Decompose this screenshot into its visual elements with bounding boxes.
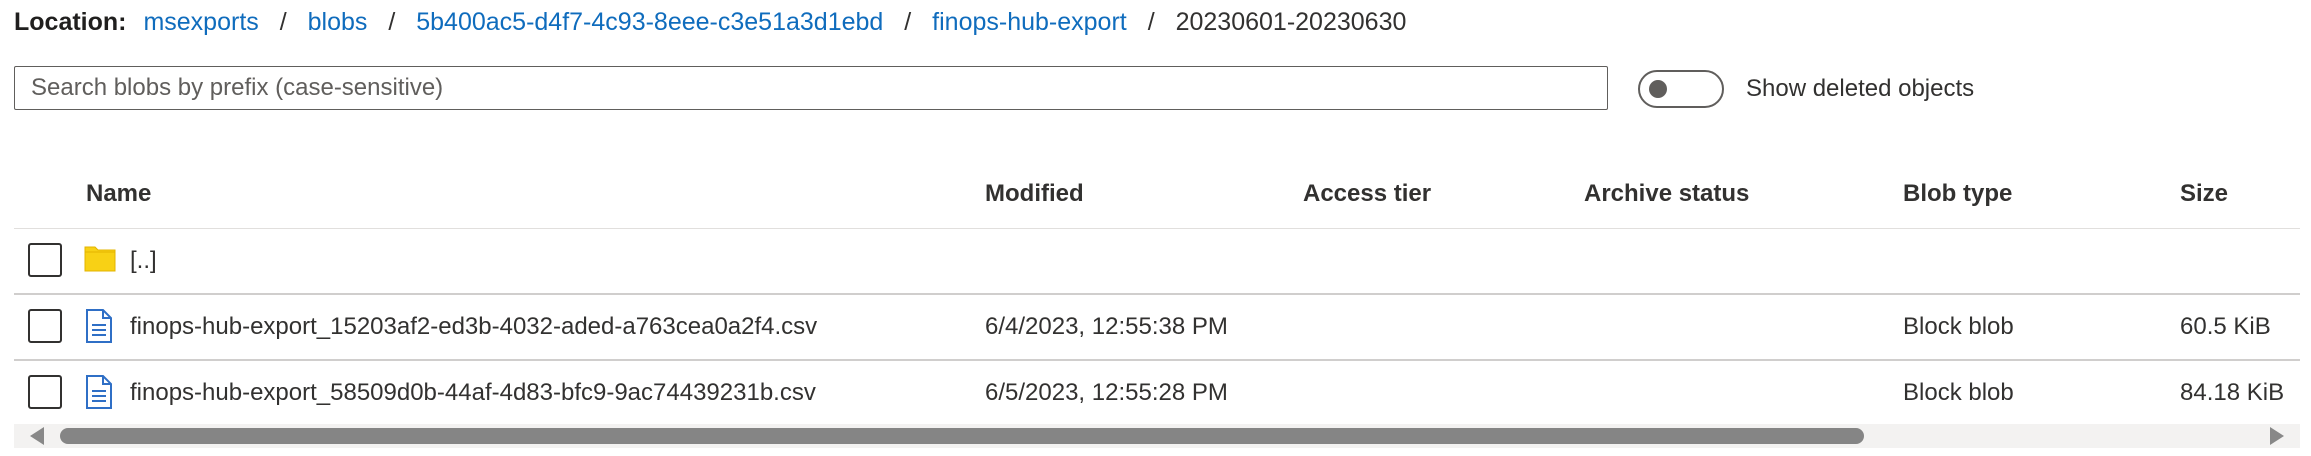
- breadcrumb-current: 20230601-20230630: [1175, 8, 1407, 36]
- column-header-access-tier[interactable]: Access tier: [1303, 180, 1431, 208]
- location-label: Location:: [14, 8, 127, 36]
- blob-size: 60.5 KiB: [2180, 313, 2271, 340]
- breadcrumb: Location: msexports / blobs / 5b400ac5-d…: [14, 4, 1406, 40]
- show-deleted-label: Show deleted objects: [1746, 75, 1975, 102]
- blob-type: Block blob: [1903, 379, 2014, 406]
- scroll-left-arrow-icon[interactable]: [30, 427, 44, 445]
- breadcrumb-separator: /: [388, 8, 396, 36]
- blob-size: 84.18 KiB: [2180, 379, 2285, 406]
- column-header-modified[interactable]: Modified: [985, 180, 1084, 208]
- blob-name[interactable]: finops-hub-export_58509d0b-44af-4d83-bfc…: [130, 379, 816, 407]
- row-checkbox[interactable]: [28, 243, 62, 277]
- row-checkbox[interactable]: [28, 309, 62, 343]
- breadcrumb-separator: /: [279, 8, 287, 36]
- blob-name[interactable]: [..]: [130, 247, 157, 275]
- table-row[interactable]: [..]: [14, 229, 2300, 295]
- breadcrumb-link-finops-hub-export[interactable]: finops-hub-export: [932, 8, 1127, 36]
- toggle-knob: [1649, 80, 1667, 98]
- row-checkbox[interactable]: [28, 375, 62, 409]
- table-row[interactable]: finops-hub-export_58509d0b-44af-4d83-bfc…: [14, 361, 2300, 427]
- column-header-row: Name Modified Access tier Archive status…: [14, 166, 2300, 229]
- breadcrumb-separator: /: [904, 8, 912, 36]
- folder-icon: [84, 246, 116, 272]
- scroll-right-arrow-icon[interactable]: [2270, 427, 2284, 445]
- show-deleted-toggle[interactable]: [1638, 70, 1724, 108]
- scrollbar-thumb[interactable]: [60, 428, 1864, 444]
- table-row[interactable]: finops-hub-export_15203af2-ed3b-4032-ade…: [14, 295, 2300, 361]
- breadcrumb-link-msexports[interactable]: msexports: [143, 8, 258, 36]
- column-header-size[interactable]: Size: [2180, 180, 2228, 208]
- blob-modified: 6/4/2023, 12:55:38 PM: [985, 313, 1228, 340]
- breadcrumb-separator: /: [1147, 8, 1155, 36]
- horizontal-scrollbar[interactable]: [14, 424, 2300, 448]
- blob-modified: 6/5/2023, 12:55:28 PM: [985, 379, 1228, 406]
- breadcrumb-link-blobs[interactable]: blobs: [308, 8, 368, 36]
- file-icon: [86, 375, 112, 409]
- column-header-archive-status[interactable]: Archive status: [1584, 180, 1749, 208]
- file-icon: [86, 309, 112, 343]
- column-header-blob-type[interactable]: Blob type: [1903, 180, 2012, 208]
- column-header-name[interactable]: Name: [86, 180, 151, 208]
- blob-name[interactable]: finops-hub-export_15203af2-ed3b-4032-ade…: [130, 313, 817, 341]
- breadcrumb-link-container-id[interactable]: 5b400ac5-d4f7-4c93-8eee-c3e51a3d1ebd: [416, 8, 883, 36]
- blob-type: Block blob: [1903, 313, 2014, 340]
- search-input[interactable]: [14, 66, 1608, 110]
- blob-list: Name Modified Access tier Archive status…: [14, 166, 2300, 427]
